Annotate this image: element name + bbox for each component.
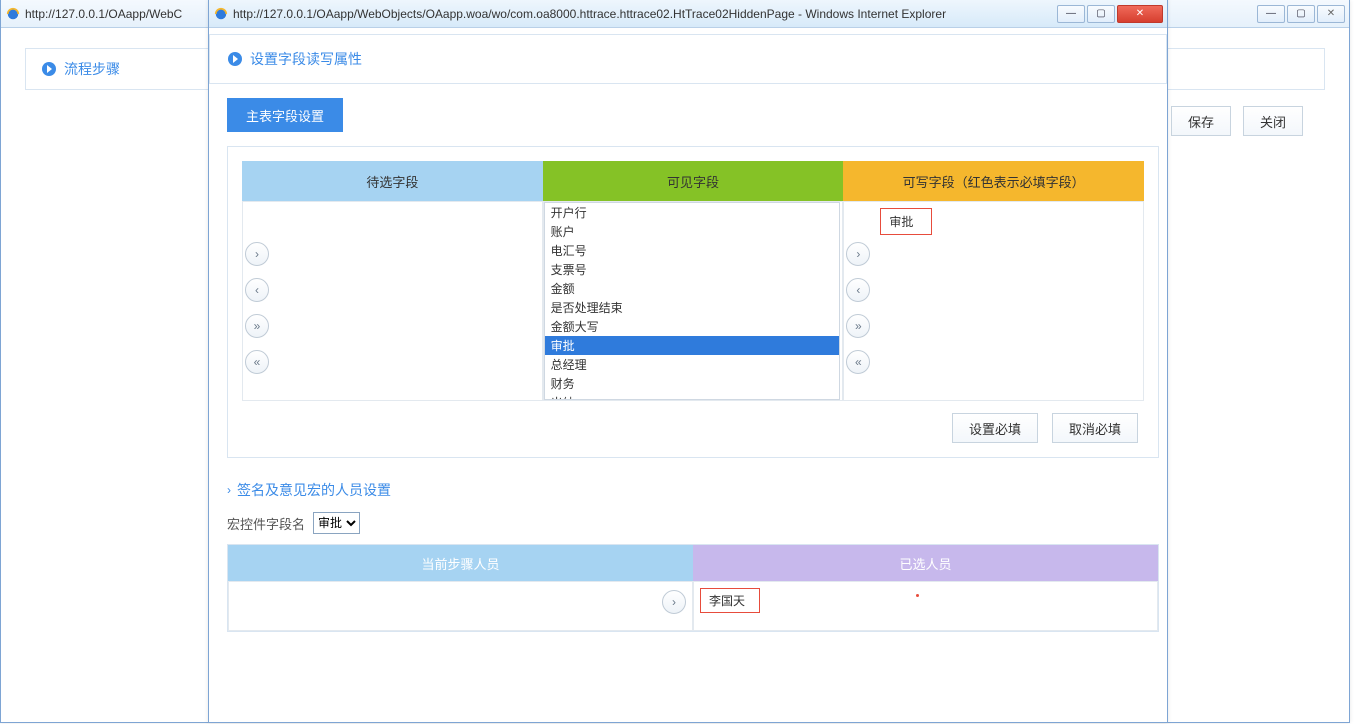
visible-field-option[interactable]: 财务 [545,374,840,393]
writable-header: 可写字段（红色表示必填字段） [843,161,1144,201]
play-icon [42,62,56,76]
bg-minimize-button[interactable]: — [1257,5,1285,23]
play-icon [228,52,242,66]
move-all-right-button[interactable]: » [245,314,269,338]
writable-field-list[interactable]: 审批 [874,202,938,241]
move-all-left-button-2[interactable]: « [846,350,870,374]
people-config-panel: 当前步骤人员 已选人员 › 李国天 [227,544,1159,632]
visible-cell: 开户行账户电汇号支票号金额是否处理结束金额大写审批总经理财务出纳借支人 [543,201,844,401]
bg-maximize-button[interactable]: ▢ [1287,5,1315,23]
fg-url: http://127.0.0.1/OAapp/WebObjects/OAapp.… [233,7,1057,21]
ie-icon [213,6,229,22]
set-required-button[interactable]: 设置必填 [952,413,1038,443]
macro-field-label: 宏控件字段名 [227,514,305,533]
move-one-right-button-2[interactable]: › [846,242,870,266]
bg-action-bar: 保存 关闭 [1171,96,1325,136]
fg-titlebar[interactable]: http://127.0.0.1/OAapp/WebObjects/OAapp.… [209,0,1167,28]
visible-field-option[interactable]: 审批 [545,336,840,355]
chosen-person-chip[interactable]: 李国天 [700,588,760,613]
chosen-people-cell: 李国天 [693,581,1158,631]
macro-field-select[interactable]: 审批 [313,512,360,534]
bg-section-heading: 流程步骤 [42,59,120,79]
ie-icon [5,6,21,22]
pending-cell: › ‹ » « [242,201,543,401]
unset-required-button[interactable]: 取消必填 [1052,413,1138,443]
chevron-right-icon: › [227,483,231,497]
move-all-left-button[interactable]: « [245,350,269,374]
move-one-right-button[interactable]: › [245,242,269,266]
visible-field-option[interactable]: 电汇号 [545,241,840,260]
main-scroll-area[interactable]: 主表字段设置 待选字段 可见字段 可写字段（红色表示必填字段） › ‹ » [209,96,1167,722]
fg-maximize-button[interactable]: ▢ [1087,5,1115,23]
visible-field-option[interactable]: 金额大写 [545,317,840,336]
fg-minimize-button[interactable]: — [1057,5,1085,23]
section-heading: 设置字段读写属性 [228,49,362,69]
close-button[interactable]: 关闭 [1243,106,1303,136]
visible-field-listbox[interactable]: 开户行账户电汇号支票号金额是否处理结束金额大写审批总经理财务出纳借支人 [544,202,841,400]
foreground-ie-window: http://127.0.0.1/OAapp/WebObjects/OAapp.… [208,0,1168,723]
section-title: 设置字段读写属性 [250,49,362,69]
sub-section-title: 签名及意见宏的人员设置 [237,480,391,500]
visible-field-option[interactable]: 总经理 [545,355,840,374]
signature-macro-section: › 签名及意见宏的人员设置 宏控件字段名 审批 当前步骤人员 已选人员 [227,480,1159,632]
move-one-left-button-2[interactable]: ‹ [846,278,870,302]
section-title-panel: 设置字段读写属性 [209,34,1167,84]
writable-cell: › ‹ » « 审批 [843,201,1144,401]
visible-field-option[interactable]: 金额 [545,279,840,298]
sub-section-heading[interactable]: › 签名及意见宏的人员设置 [227,480,1159,500]
writable-field-chip[interactable]: 审批 [880,208,932,235]
pending-header: 待选字段 [242,161,543,201]
fg-close-button[interactable]: ✕ [1117,5,1163,23]
move-all-right-button-2[interactable]: » [846,314,870,338]
visible-header: 可见字段 [543,161,844,201]
main-table-config-button[interactable]: 主表字段设置 [227,98,343,132]
bg-close-button[interactable]: ✕ [1317,5,1345,23]
chosen-people-header: 已选人员 [693,545,1158,581]
chosen-people-list[interactable]: 李国天 [694,582,1157,619]
save-button[interactable]: 保存 [1171,106,1231,136]
visible-field-option[interactable]: 开户行 [545,203,840,222]
people-move-right-button[interactable]: › [662,590,686,614]
move-one-left-button[interactable]: ‹ [245,278,269,302]
current-people-header: 当前步骤人员 [228,545,693,581]
visible-field-option[interactable]: 出纳 [545,393,840,400]
visible-field-option[interactable]: 支票号 [545,260,840,279]
current-people-cell: › [228,581,693,631]
visible-field-option[interactable]: 账户 [545,222,840,241]
visible-field-option[interactable]: 是否处理结束 [545,298,840,317]
field-config-panel: 待选字段 可见字段 可写字段（红色表示必填字段） › ‹ » « [227,146,1159,458]
bg-section-title: 流程步骤 [64,59,120,79]
